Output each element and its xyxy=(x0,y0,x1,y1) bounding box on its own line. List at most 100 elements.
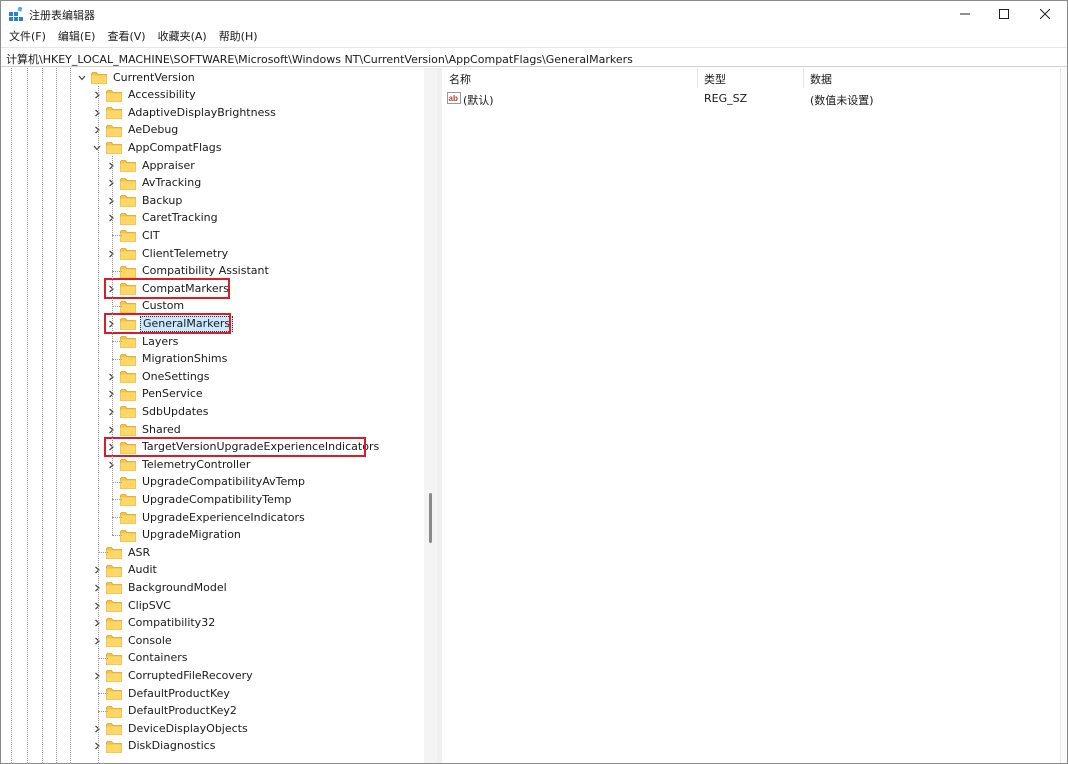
expander[interactable] xyxy=(92,90,102,100)
expander[interactable] xyxy=(106,372,116,382)
tree-node-label[interactable]: CurrentVersion xyxy=(111,71,197,85)
column-header-type[interactable]: 类型 xyxy=(704,71,726,87)
address-bar[interactable]: 计算机\HKEY_LOCAL_MACHINE\SOFTWARE\Microsof… xyxy=(1,47,1067,67)
expander[interactable] xyxy=(106,389,116,399)
tree-node-label[interactable]: Layers xyxy=(140,335,180,349)
title-bar[interactable]: 注册表编辑器 xyxy=(1,1,1067,27)
tree-node[interactable]: AppCompatFlags xyxy=(92,139,224,156)
tree-node-label[interactable]: CaretTracking xyxy=(140,211,220,225)
tree-node-label[interactable]: CIT xyxy=(140,229,162,243)
tree-node[interactable]: BackgroundModel xyxy=(92,579,229,596)
tree-node[interactable]: Appraiser xyxy=(106,157,197,174)
tree-node[interactable]: OneSettings xyxy=(106,368,212,385)
tree-node-label[interactable]: SdbUpdates xyxy=(140,405,211,419)
tree-node-label[interactable]: ClientTelemetry xyxy=(140,247,230,261)
tree-node-label[interactable]: UpgradeCompatibilityAvTemp xyxy=(140,475,307,489)
tree-node[interactable]: SdbUpdates xyxy=(106,403,211,420)
expander[interactable] xyxy=(106,460,116,470)
maximize-button[interactable] xyxy=(981,1,1027,27)
tree-node[interactable]: DiskDiagnostics xyxy=(92,738,217,755)
address-path[interactable]: 计算机\HKEY_LOCAL_MACHINE\SOFTWARE\Microsof… xyxy=(6,51,633,67)
menu-file[interactable]: 文件(F) xyxy=(9,28,46,46)
menu-help[interactable]: 帮助(H) xyxy=(219,28,258,46)
tree-node[interactable]: Backup xyxy=(106,192,184,209)
column-header-name[interactable]: 名称 xyxy=(449,71,471,87)
tree-node-label[interactable]: Audit xyxy=(126,563,159,577)
expander[interactable] xyxy=(92,724,102,734)
tree-node[interactable]: DeviceDisplayObjects xyxy=(92,720,250,737)
tree-node-label[interactable]: AppCompatFlags xyxy=(126,141,224,155)
expander[interactable] xyxy=(106,178,116,188)
tree-node-label[interactable]: Backup xyxy=(140,194,184,208)
tree-node-label[interactable]: ClipSVC xyxy=(126,599,173,613)
tree-node-label[interactable]: Accessibility xyxy=(126,88,198,102)
expander[interactable] xyxy=(92,601,102,611)
tree-node[interactable]: Accessibility xyxy=(92,87,198,104)
tree-node-label[interactable]: MigrationShims xyxy=(140,352,229,366)
expander[interactable] xyxy=(92,671,102,681)
key-tree-pane[interactable]: CurrentVersion Accessibility AdaptiveDispl… xyxy=(1,68,437,763)
tree-node[interactable]: TelemetryController xyxy=(106,456,252,473)
tree-node-label[interactable]: UpgradeMigration xyxy=(140,528,243,542)
tree-node-label[interactable]: PenService xyxy=(140,387,205,401)
tree-node-label[interactable]: UpgradeExperienceIndicators xyxy=(140,511,307,525)
expander[interactable] xyxy=(92,741,102,751)
expander[interactable] xyxy=(92,143,102,153)
tree-node-label[interactable]: ASR xyxy=(126,546,152,560)
tree-node-label[interactable]: Appraiser xyxy=(140,159,197,173)
tree-node[interactable]: CurrentVersion xyxy=(77,69,197,86)
tree-node-label[interactable]: OneSettings xyxy=(140,370,212,384)
expander[interactable] xyxy=(92,108,102,118)
expander[interactable] xyxy=(106,213,116,223)
expander[interactable] xyxy=(106,407,116,417)
list-scrollbar[interactable] xyxy=(1060,68,1067,763)
expander[interactable] xyxy=(92,583,102,593)
expander[interactable] xyxy=(106,161,116,171)
tree-node-label[interactable]: Containers xyxy=(126,651,190,665)
tree-node[interactable]: DefaultProductKey xyxy=(92,685,232,702)
tree-node[interactable]: UpgradeMigration xyxy=(106,527,243,544)
tree-node[interactable]: PenService xyxy=(106,386,205,403)
tree-node[interactable]: DefaultProductKey2 xyxy=(92,703,239,720)
expander[interactable] xyxy=(106,196,116,206)
tree-scrollbar[interactable] xyxy=(424,68,437,763)
tree-node[interactable]: Shared xyxy=(106,421,183,438)
expander[interactable] xyxy=(92,565,102,575)
tree-node[interactable]: Audit xyxy=(92,562,159,579)
tree-node-label[interactable]: CorruptedFileRecovery xyxy=(126,669,255,683)
tree-node[interactable]: AvTracking xyxy=(106,175,203,192)
tree-node-label[interactable]: DeviceDisplayObjects xyxy=(126,722,250,736)
tree-node-label[interactable]: TelemetryController xyxy=(140,458,252,472)
tree-node[interactable]: Compatibility32 xyxy=(92,615,217,632)
tree-node[interactable]: MigrationShims xyxy=(106,351,229,368)
tree-node[interactable]: AeDebug xyxy=(92,122,180,139)
tree-node[interactable]: CorruptedFileRecovery xyxy=(92,667,255,684)
expander[interactable] xyxy=(106,249,116,259)
expander[interactable] xyxy=(92,618,102,628)
tree-node-label[interactable]: BackgroundModel xyxy=(126,581,229,595)
tree-node[interactable]: UpgradeCompatibilityTemp xyxy=(106,491,294,508)
tree-scrollbar-thumb[interactable] xyxy=(429,493,432,543)
tree-node-label[interactable]: Console xyxy=(126,634,174,648)
tree-node[interactable]: Console xyxy=(92,632,174,649)
column-separator[interactable] xyxy=(803,68,804,88)
menu-favorites[interactable]: 收藏夹(A) xyxy=(158,28,207,46)
expander[interactable] xyxy=(106,425,116,435)
tree-node-label[interactable]: Custom xyxy=(140,299,186,313)
tree-node[interactable]: CaretTracking xyxy=(106,210,220,227)
tree-node[interactable]: AdaptiveDisplayBrightness xyxy=(92,104,278,121)
tree-node[interactable]: UpgradeExperienceIndicators xyxy=(106,509,307,526)
expander[interactable] xyxy=(92,636,102,646)
expander[interactable] xyxy=(92,125,102,135)
tree-node[interactable]: Compatibility Assistant xyxy=(106,263,271,280)
tree-node-label[interactable]: Shared xyxy=(140,423,183,437)
column-separator[interactable] xyxy=(697,68,698,88)
values-list-pane[interactable]: 名称 类型 数据 ab (默认) REG_SZ (数值未设置) xyxy=(442,68,1060,763)
tree-node-label[interactable]: DefaultProductKey xyxy=(126,687,232,701)
expander[interactable] xyxy=(77,73,87,83)
tree-node-label[interactable]: UpgradeCompatibilityTemp xyxy=(140,493,294,507)
tree-node-label[interactable]: Compatibility32 xyxy=(126,616,217,630)
tree-node-label[interactable]: AeDebug xyxy=(126,123,180,137)
column-header-data[interactable]: 数据 xyxy=(810,71,832,87)
close-button[interactable] xyxy=(1022,1,1067,27)
